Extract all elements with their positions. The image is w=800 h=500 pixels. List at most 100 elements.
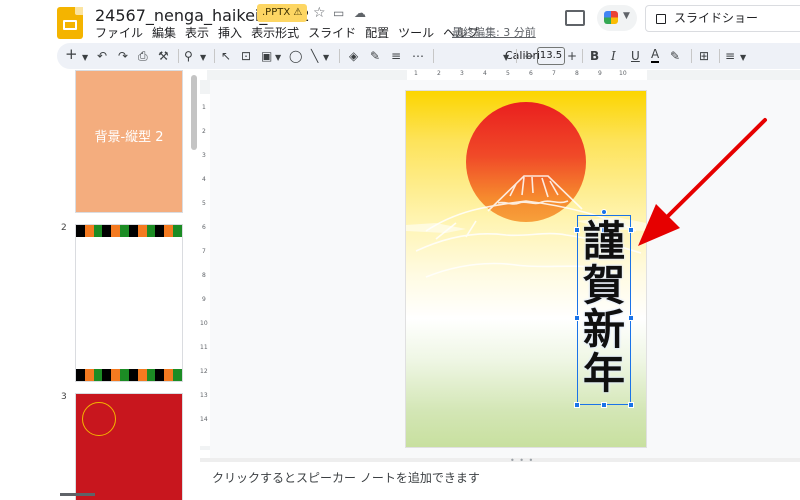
slide-thumbnail-1[interactable]: 背景-縦型 2 [75, 70, 183, 213]
image-caret[interactable]: ▼ [275, 50, 281, 66]
horizontal-ruler[interactable]: 1 2 3 4 5 6 7 8 9 10 [207, 70, 800, 80]
italic-button[interactable]: I [611, 48, 616, 64]
ruler-number: 6 [529, 70, 533, 77]
insert-link-icon[interactable]: ⊞ [699, 48, 709, 64]
undo-icon[interactable]: ↶ [97, 48, 107, 64]
zoom-caret[interactable]: ▼ [200, 50, 206, 66]
resize-handle[interactable] [628, 402, 634, 408]
star-icon[interactable]: ☆ [313, 5, 326, 21]
greeting-char: 年 [582, 349, 625, 398]
font-family-caret[interactable]: ▼ [503, 50, 509, 66]
border-weight-icon[interactable]: ≡ [391, 48, 401, 64]
slide-number: 3 [61, 392, 67, 402]
comment-history-icon[interactable] [565, 10, 585, 26]
select-cursor-icon[interactable]: ↖ [221, 48, 231, 64]
underline-button[interactable]: U [631, 48, 640, 64]
fill-color-icon[interactable]: ◈ [349, 48, 358, 64]
ruler-number: 8 [575, 70, 579, 77]
slide-thumbnail-label: 背景-縦型 2 [94, 130, 164, 145]
chevron-down-icon: ▼ [623, 11, 630, 21]
menu-slide[interactable]: スライド [308, 24, 362, 41]
slideshow-button[interactable]: スライドショー [645, 5, 800, 32]
ruler-number: 4 [202, 176, 206, 183]
menu-view[interactable]: 表示 [185, 24, 215, 41]
ruler-number: 8 [202, 272, 206, 279]
menu-arrange[interactable]: 配置 [365, 24, 395, 41]
menu-format[interactable]: 表示形式 [251, 24, 305, 41]
text-color-button[interactable]: A [651, 48, 660, 63]
ruler-number: 2 [437, 70, 441, 77]
line-caret[interactable]: ▼ [323, 50, 329, 66]
speaker-notes-field[interactable]: クリックするとスピーカー ノートを追加できます [212, 469, 480, 486]
text-box-icon[interactable]: ⊡ [241, 48, 251, 64]
menu-file[interactable]: ファイル [95, 24, 149, 41]
slides-logo[interactable] [57, 7, 83, 39]
new-slide-icon[interactable]: + [65, 46, 78, 62]
panel-resize-handle[interactable] [60, 493, 95, 496]
increase-font-size-icon[interactable]: + [567, 48, 577, 64]
zoom-icon[interactable]: ⚲ [184, 48, 193, 64]
shape-icon[interactable]: ◯ [289, 48, 302, 64]
menu-bar: ファイル 編集 表示 挿入 表示形式 スライド 配置 ツール ヘルプ [95, 24, 488, 41]
ruler-number: 12 [200, 368, 208, 375]
sun-outline [82, 402, 116, 436]
ruler-number: 10 [200, 320, 208, 327]
ruler-number: 6 [202, 224, 206, 231]
greeting-char: 新 [582, 305, 625, 354]
last-edit-link[interactable]: 最終編集: 3 分前 [452, 24, 536, 40]
meet-icon [604, 11, 618, 24]
bold-button[interactable]: B [590, 48, 599, 64]
font-family-select[interactable]: Calibri [505, 48, 540, 64]
ruler-number: 9 [202, 296, 206, 303]
stripe-border-top [76, 225, 182, 237]
ruler-number: 7 [202, 248, 206, 255]
rotate-handle[interactable] [601, 209, 607, 215]
align-icon[interactable]: ≡ [725, 48, 735, 64]
slideshow-label: スライドショー [674, 11, 759, 25]
font-size-input[interactable]: 13.5 [537, 47, 565, 65]
pptx-badge[interactable]: .PPTX ⚠ [257, 4, 308, 22]
toolbar: + ▼ ↶ ↷ ⎙ ⚒ ⚲ ▼ ↖ ⊡ ▣ ▼ ◯ ╲ ▼ ◈ ✎ ≡ ⋯ Ca… [57, 43, 800, 69]
align-caret[interactable]: ▼ [740, 50, 746, 66]
line-icon[interactable]: ╲ [311, 48, 318, 64]
ruler-number: 5 [202, 200, 206, 207]
redo-icon[interactable]: ↷ [118, 48, 128, 64]
move-folder-icon[interactable]: ▭ [333, 6, 344, 20]
slide-thumbnail-2[interactable] [75, 224, 183, 382]
ruler-number: 3 [460, 70, 464, 77]
ruler-number: 4 [483, 70, 487, 77]
paint-format-icon[interactable]: ⚒ [158, 48, 169, 64]
slide-filmstrip: 背景-縦型 2 2 3 [57, 70, 200, 500]
slide-number: 2 [61, 223, 67, 233]
slideshow-icon [656, 14, 666, 24]
menu-insert[interactable]: 挿入 [218, 24, 248, 41]
ruler-number: 9 [598, 70, 602, 77]
vertical-ruler[interactable]: 1 2 3 4 5 6 7 8 9 10 11 12 13 14 [200, 80, 210, 450]
highlight-color-icon[interactable]: ✎ [670, 48, 680, 64]
notes-drag-dots[interactable]: • • • [510, 456, 534, 465]
image-icon[interactable]: ▣ [261, 48, 272, 64]
ruler-number: 10 [619, 70, 627, 77]
filmstrip-scrollbar[interactable] [191, 75, 197, 150]
notes-resize-divider[interactable] [200, 458, 800, 462]
decrease-font-size-icon[interactable]: − [524, 48, 534, 64]
stripe-border-bottom [76, 369, 182, 381]
cloud-status-icon[interactable]: ☁ [354, 6, 366, 20]
greeting-char: 賀 [582, 261, 625, 310]
ruler-number: 1 [414, 70, 418, 77]
slide-thumbnail-3[interactable] [75, 393, 183, 500]
menu-tools[interactable]: ツール [398, 24, 440, 41]
resize-handle[interactable] [574, 402, 580, 408]
ruler-number: 7 [552, 70, 556, 77]
border-dash-icon[interactable]: ⋯ [412, 48, 424, 64]
meet-button[interactable]: ▼ [597, 5, 637, 31]
print-icon[interactable]: ⎙ [138, 48, 148, 64]
red-arrow-annotation [638, 118, 767, 246]
ruler-number: 1 [202, 104, 206, 111]
border-color-icon[interactable]: ✎ [370, 48, 380, 64]
new-slide-layout-caret[interactable]: ▼ [82, 50, 88, 66]
resize-handle[interactable] [601, 402, 607, 408]
ruler-number: 2 [202, 128, 206, 135]
menu-edit[interactable]: 編集 [152, 24, 182, 41]
ruler-number: 14 [200, 416, 208, 423]
